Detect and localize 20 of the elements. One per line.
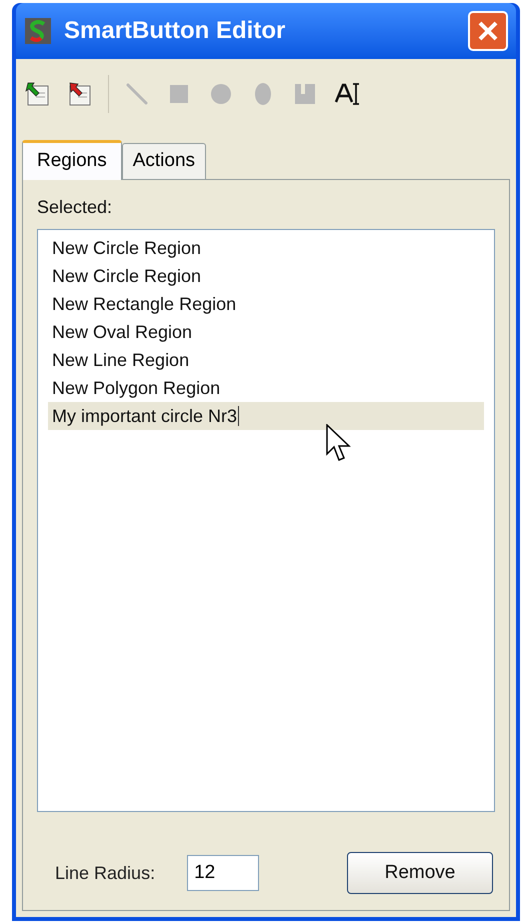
list-item[interactable]: New Line Region — [48, 346, 484, 374]
app-icon — [24, 17, 52, 45]
list-item[interactable]: New Polygon Region — [48, 374, 484, 402]
text-tool-icon[interactable] — [333, 80, 361, 108]
list-item[interactable]: My important circle Nr3 — [48, 402, 484, 430]
close-button[interactable] — [468, 11, 508, 51]
line-radius-field[interactable]: 12 — [187, 855, 260, 891]
text-cursor — [238, 406, 240, 426]
remove-button[interactable]: Remove — [347, 852, 493, 894]
tab[interactable]: Regions — [22, 140, 122, 180]
line-radius-label: Line Radius: — [55, 862, 156, 884]
list-item[interactable]: New Circle Region — [48, 262, 484, 290]
list-item[interactable]: New Oval Region — [48, 318, 484, 346]
mouse-pointer-icon — [326, 424, 352, 464]
list-label: Selected: — [37, 196, 114, 219]
tab[interactable]: Actions — [122, 143, 206, 179]
list-item[interactable]: New Rectangle Region — [48, 290, 484, 318]
close-icon — [477, 20, 499, 42]
window-title: SmartButton Editor — [64, 16, 286, 46]
list-item[interactable]: New Circle Region — [48, 234, 484, 262]
